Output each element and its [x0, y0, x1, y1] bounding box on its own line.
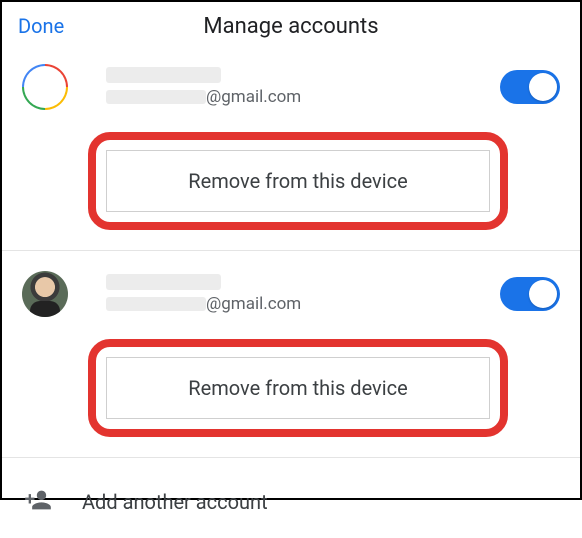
remove-highlight: Remove from this device: [88, 339, 508, 437]
header: Done Manage accounts: [2, 2, 580, 52]
account-row: @gmail.com: [2, 259, 580, 325]
remove-highlight: Remove from this device: [88, 132, 508, 230]
page-title: Manage accounts: [203, 14, 378, 39]
account-toggle[interactable]: [500, 277, 560, 311]
email-suffix: @gmail.com: [206, 87, 301, 107]
account-name-redacted: [106, 274, 221, 290]
account-section-1: @gmail.com Remove from this device: [2, 259, 580, 458]
account-toggle[interactable]: [500, 70, 560, 104]
email-suffix: @gmail.com: [206, 294, 301, 314]
add-account-label: Add another account: [82, 490, 268, 514]
email-prefix-redacted: [106, 90, 206, 104]
person-add-icon: [24, 486, 52, 518]
remove-button[interactable]: Remove from this device: [106, 357, 490, 419]
avatar: [22, 271, 68, 317]
account-row: @gmail.com: [2, 52, 580, 118]
account-info: @gmail.com: [106, 274, 500, 314]
account-section-0: @gmail.com Remove from this device: [2, 52, 580, 251]
account-info: @gmail.com: [106, 67, 500, 107]
remove-button[interactable]: Remove from this device: [106, 150, 490, 212]
avatar: [22, 64, 68, 110]
email-prefix-redacted: [106, 297, 206, 311]
done-button[interactable]: Done: [18, 14, 64, 38]
account-name-redacted: [106, 67, 221, 83]
add-account-button[interactable]: Add another account: [2, 466, 580, 538]
